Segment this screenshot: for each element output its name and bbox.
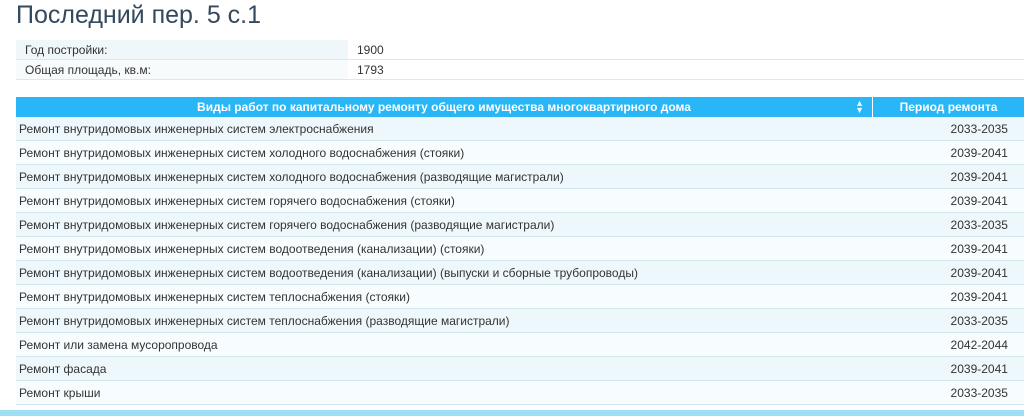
work-name-cell: Ремонт внутридомовых инженерных систем г… xyxy=(16,188,873,213)
table-row: Ремонт крыши 2033-2035 xyxy=(16,380,1024,405)
page-title: Последний пер. 5 с.1 xyxy=(16,1,262,29)
work-name-cell: Ремонт внутридомовых инженерных систем х… xyxy=(16,164,873,189)
table-row: Ремонт внутридомовых инженерных систем г… xyxy=(16,188,1024,213)
work-name-cell: Ремонт внутридомовых инженерных систем э… xyxy=(16,117,873,141)
table-header-row: Виды работ по капитальному ремонту общег… xyxy=(16,97,1024,117)
work-name-cell: Ремонт внутридомовых инженерных систем х… xyxy=(16,140,873,165)
building-info-table: Год постройки: 1900 Общая площадь, кв.м:… xyxy=(16,40,1024,80)
table-row: Ремонт внутридомовых инженерных систем х… xyxy=(16,140,1024,165)
work-name-cell: Ремонт или замена мусоропровода xyxy=(16,332,873,357)
column-header-label: Виды работ по капитальному ремонту общег… xyxy=(197,100,691,114)
work-name-cell: Ремонт внутридомовых инженерных систем т… xyxy=(16,308,873,333)
column-header-work-type[interactable]: Виды работ по капитальному ремонту общег… xyxy=(16,97,873,117)
work-name-cell: Ремонт внутридомовых инженерных систем г… xyxy=(16,212,873,237)
info-label: Общая площадь, кв.м: xyxy=(16,59,348,80)
info-value: 1793 xyxy=(348,59,1024,80)
repair-works-table: Виды работ по капитальному ремонту общег… xyxy=(16,97,1024,405)
work-name-cell: Ремонт внутридомовых инженерных систем в… xyxy=(16,260,873,285)
table-row: Ремонт внутридомовых инженерных систем э… xyxy=(16,117,1024,141)
column-header-period[interactable]: Период ремонта xyxy=(872,97,1024,117)
footer-bar xyxy=(0,410,1024,416)
table-row: Ремонт внутридомовых инженерных систем х… xyxy=(16,164,1024,189)
period-cell: 2033-2035 xyxy=(872,308,1024,333)
period-cell: 2039-2041 xyxy=(872,356,1024,381)
period-cell: 2039-2041 xyxy=(872,188,1024,213)
period-cell: 2039-2041 xyxy=(872,284,1024,309)
period-cell: 2042-2044 xyxy=(872,332,1024,357)
period-cell: 2039-2041 xyxy=(872,164,1024,189)
work-name-cell: Ремонт внутридомовых инженерных систем т… xyxy=(16,284,873,309)
table-row: Ремонт фасада 2039-2041 xyxy=(16,356,1024,381)
info-value: 1900 xyxy=(348,40,1024,60)
table-row: Ремонт внутридомовых инженерных систем т… xyxy=(16,284,1024,309)
table-row: Ремонт внутридомовых инженерных систем г… xyxy=(16,212,1024,237)
info-row-year: Год постройки: 1900 xyxy=(16,40,1024,60)
period-cell: 2039-2041 xyxy=(872,140,1024,165)
work-name-cell: Ремонт внутридомовых инженерных систем в… xyxy=(16,236,873,261)
table-row: Ремонт внутридомовых инженерных систем в… xyxy=(16,260,1024,285)
period-cell: 2033-2035 xyxy=(872,117,1024,141)
table-row: Ремонт внутридомовых инженерных систем т… xyxy=(16,308,1024,333)
info-label: Год постройки: xyxy=(16,40,348,60)
work-name-cell: Ремонт фасада xyxy=(16,356,873,381)
info-row-area: Общая площадь, кв.м: 1793 xyxy=(16,59,1024,80)
work-name-cell: Ремонт крыши xyxy=(16,380,873,405)
period-cell: 2039-2041 xyxy=(872,260,1024,285)
table-row: Ремонт внутридомовых инженерных систем в… xyxy=(16,236,1024,261)
sort-icon[interactable]: ▲ ▼ xyxy=(855,99,864,115)
table-row: Ремонт или замена мусоропровода 2042-2044 xyxy=(16,332,1024,357)
period-cell: 2039-2041 xyxy=(872,236,1024,261)
period-cell: 2033-2035 xyxy=(872,380,1024,405)
period-cell: 2033-2035 xyxy=(872,212,1024,237)
